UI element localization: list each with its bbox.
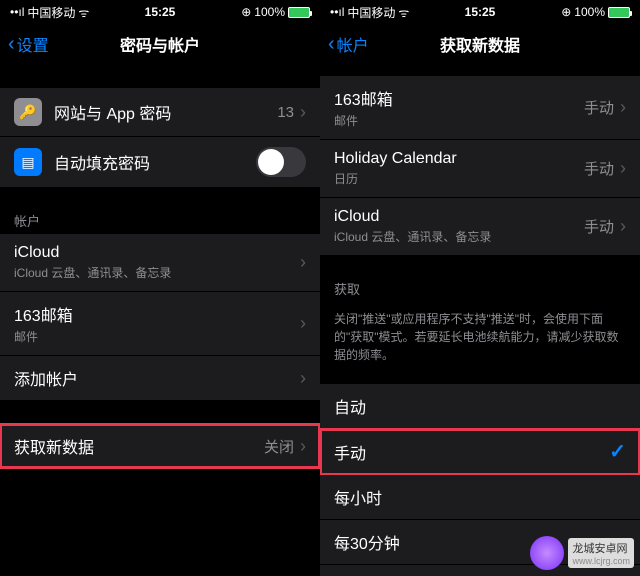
charging-icon: ⊕ — [241, 5, 251, 19]
back-label: 设置 — [17, 32, 49, 56]
battery-icon — [608, 7, 630, 18]
carrier: 中国移动 — [27, 4, 75, 21]
signal-icon — [10, 5, 24, 19]
row-acc-163[interactable]: 163邮箱邮件 手动 › — [320, 76, 640, 140]
row-icloud[interactable]: iCloud iCloud 云盘、通讯录、备忘录 › — [0, 234, 320, 292]
navbar: ‹帐户 获取新数据 — [320, 24, 640, 64]
clock: 15:25 — [145, 5, 176, 19]
icloud-title: iCloud — [14, 244, 300, 262]
autofill-icon: ▤ — [14, 148, 42, 176]
watermark-name: 龙城安卓网 — [572, 540, 630, 556]
holiday-title: Holiday Calendar — [334, 150, 584, 168]
fetch-header: 获取 — [320, 275, 640, 302]
watermark: 龙城安卓网www.lcjrg.com — [530, 536, 634, 570]
battery-pct: 100% — [254, 5, 285, 19]
chevron-right-icon: › — [300, 252, 306, 273]
holiday-val: 手动 — [584, 158, 614, 179]
phone-right: 中国移动ᯤ 15:25 ⊕100% ‹帐户 获取新数据 163邮箱邮件 手动› … — [320, 0, 640, 576]
page-title: 密码与帐户 — [120, 32, 200, 56]
row-fetch-new-data[interactable]: 获取新数据 关闭 › — [0, 424, 320, 468]
ricloud-sub: iCloud 云盘、通讯录、备忘录 — [334, 228, 584, 245]
signal-icon — [330, 5, 344, 19]
watermark-logo-icon — [530, 536, 564, 570]
wifi-icon: ᯤ — [398, 4, 409, 21]
icloud-sub: iCloud 云盘、通讯录、备忘录 — [14, 264, 300, 281]
opt-manual[interactable]: 手动✓ — [320, 429, 640, 475]
watermark-url: www.lcjrg.com — [572, 556, 630, 566]
navbar: ‹设置 密码与帐户 — [0, 24, 320, 64]
carrier: 中国移动 — [347, 4, 395, 21]
mail163-title: 163邮箱 — [14, 302, 300, 326]
acc163-sub: 邮件 — [334, 112, 584, 129]
opt-hourly[interactable]: 每小时 — [320, 475, 640, 520]
status-bar: 中国移动ᯤ 15:25 ⊕100% — [0, 0, 320, 24]
phone-left: 中国移动ᯤ 15:25 ⊕100% ‹设置 密码与帐户 🔑 网站与 App 密码… — [0, 0, 320, 576]
add-account-label: 添加帐户 — [14, 366, 300, 390]
key-icon: 🔑 — [14, 98, 42, 126]
accounts-header: 帐户 — [0, 207, 320, 234]
mail163-sub: 邮件 — [14, 328, 300, 345]
clock: 15:25 — [465, 5, 496, 19]
opt-manual-label: 手动 — [334, 440, 609, 464]
acc163-val: 手动 — [584, 97, 614, 118]
chevron-right-icon: › — [300, 102, 306, 123]
passwords-count: 13 — [277, 104, 294, 121]
opt-auto-label: 自动 — [334, 394, 366, 418]
chevron-right-icon: › — [300, 436, 306, 457]
autofill-toggle[interactable] — [256, 147, 306, 177]
battery-pct: 100% — [574, 5, 605, 19]
row-acc-holiday[interactable]: Holiday Calendar 日历 手动 › — [320, 140, 640, 198]
checkmark-icon: ✓ — [609, 439, 626, 464]
row-163[interactable]: 163邮箱邮件 › — [0, 292, 320, 356]
row-acc-icloud[interactable]: iCloud iCloud 云盘、通讯录、备忘录 手动 › — [320, 198, 640, 255]
chevron-right-icon: › — [300, 368, 306, 389]
autofill-label: 自动填充密码 — [54, 150, 256, 174]
wifi-icon: ᯤ — [78, 4, 89, 21]
back-button[interactable]: ‹设置 — [8, 32, 49, 56]
chevron-right-icon: › — [620, 158, 626, 179]
acc163-title: 163邮箱 — [334, 86, 584, 110]
fetch-label: 获取新数据 — [14, 434, 264, 458]
ricloud-title: iCloud — [334, 208, 584, 226]
chevron-right-icon: › — [620, 97, 626, 118]
opt-hourly-label: 每小时 — [334, 485, 382, 509]
chevron-right-icon: › — [300, 313, 306, 334]
battery-icon — [288, 7, 310, 18]
row-passwords[interactable]: 🔑 网站与 App 密码 13 › — [0, 88, 320, 137]
opt-auto[interactable]: 自动 — [320, 384, 640, 429]
fetch-value: 关闭 — [264, 436, 294, 457]
chevron-left-icon: ‹ — [8, 33, 15, 56]
back-label: 帐户 — [337, 32, 369, 56]
opt-30min-label: 每30分钟 — [334, 530, 400, 554]
charging-icon: ⊕ — [561, 5, 571, 19]
fetch-footer: 关闭"推送"或应用程序不支持"推送"时，会使用下面的"获取"模式。若要延长电池续… — [320, 302, 640, 372]
row-autofill[interactable]: ▤ 自动填充密码 — [0, 137, 320, 187]
back-button[interactable]: ‹帐户 — [328, 32, 369, 56]
passwords-label: 网站与 App 密码 — [54, 100, 277, 124]
holiday-sub: 日历 — [334, 170, 584, 187]
chevron-right-icon: › — [620, 216, 626, 237]
ricloud-val: 手动 — [584, 216, 614, 237]
chevron-left-icon: ‹ — [328, 33, 335, 56]
page-title: 获取新数据 — [440, 32, 520, 56]
row-add-account[interactable]: 添加帐户 › — [0, 356, 320, 400]
status-bar: 中国移动ᯤ 15:25 ⊕100% — [320, 0, 640, 24]
